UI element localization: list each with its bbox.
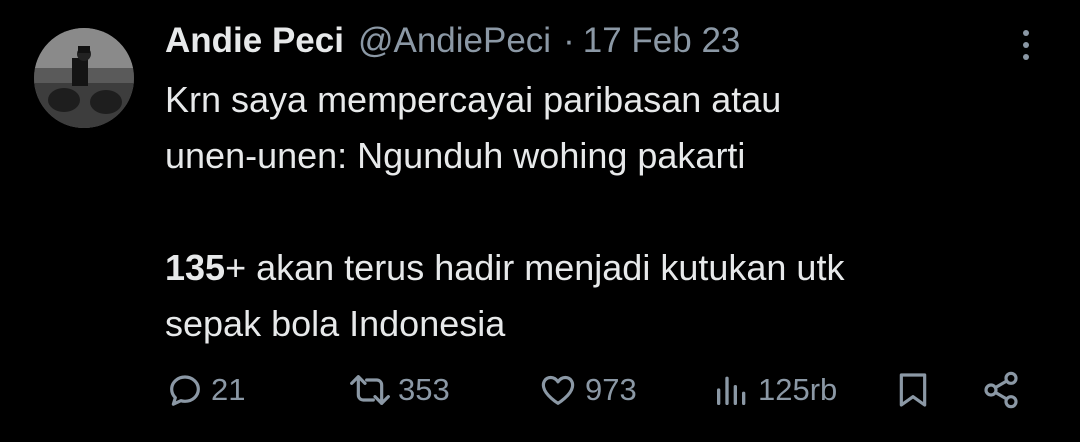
bookmark-icon: [899, 373, 927, 407]
reply-count: 21: [211, 372, 246, 407]
reply-button[interactable]: 21: [165, 362, 245, 418]
more-dot: [1023, 54, 1029, 60]
tweet-header: Andie Peci @AndiePeci · 17 Feb 23: [165, 18, 740, 64]
views-chart-icon: [717, 376, 746, 405]
tweet-text-line: Krn saya mempercayai paribasan atau: [165, 79, 782, 120]
avatar-image: [34, 28, 134, 128]
tweet-date[interactable]: 17 Feb 23: [583, 21, 741, 61]
avatar[interactable]: [34, 28, 134, 128]
more-dot: [1023, 30, 1029, 36]
retweet-button[interactable]: 353: [348, 362, 450, 418]
tweet-text-line: unen-unen: Ngunduh wohing pakarti: [165, 135, 746, 176]
views-count: 125rb: [758, 372, 838, 407]
retweet-count: 353: [398, 372, 450, 407]
reply-icon: [170, 375, 200, 406]
tweet-text: Krn saya mempercayai paribasan atau unen…: [165, 72, 1045, 352]
like-button[interactable]: 973: [537, 362, 637, 418]
heart-icon: [541, 375, 575, 405]
more-icon[interactable]: [1012, 22, 1040, 68]
share-button[interactable]: [980, 362, 1022, 418]
retweet-icon: [350, 375, 390, 405]
views-button[interactable]: 125rb: [712, 362, 837, 418]
more-dot: [1023, 42, 1029, 48]
tweet-text-line: sepak bola Indonesia: [165, 303, 506, 344]
author-handle[interactable]: @AndiePeci: [358, 21, 551, 61]
tweet-text-line: 135+ akan terus hadir menjadi kutukan ut…: [165, 240, 1045, 296]
header-separator: ·: [563, 21, 575, 60]
like-count: 973: [585, 372, 637, 407]
tweet-text-bold: 135: [165, 247, 226, 288]
bookmark-button[interactable]: [893, 362, 933, 418]
share-icon: [984, 371, 1018, 409]
author-display-name[interactable]: Andie Peci: [165, 21, 344, 61]
tweet-text-inline: + akan terus hadir menjadi kutukan utk: [225, 247, 845, 288]
action-bar: 21 353 973 125rb: [0, 362, 1080, 418]
tweet[interactable]: Andie Peci @AndiePeci · 17 Feb 23 Krn sa…: [0, 0, 1080, 442]
